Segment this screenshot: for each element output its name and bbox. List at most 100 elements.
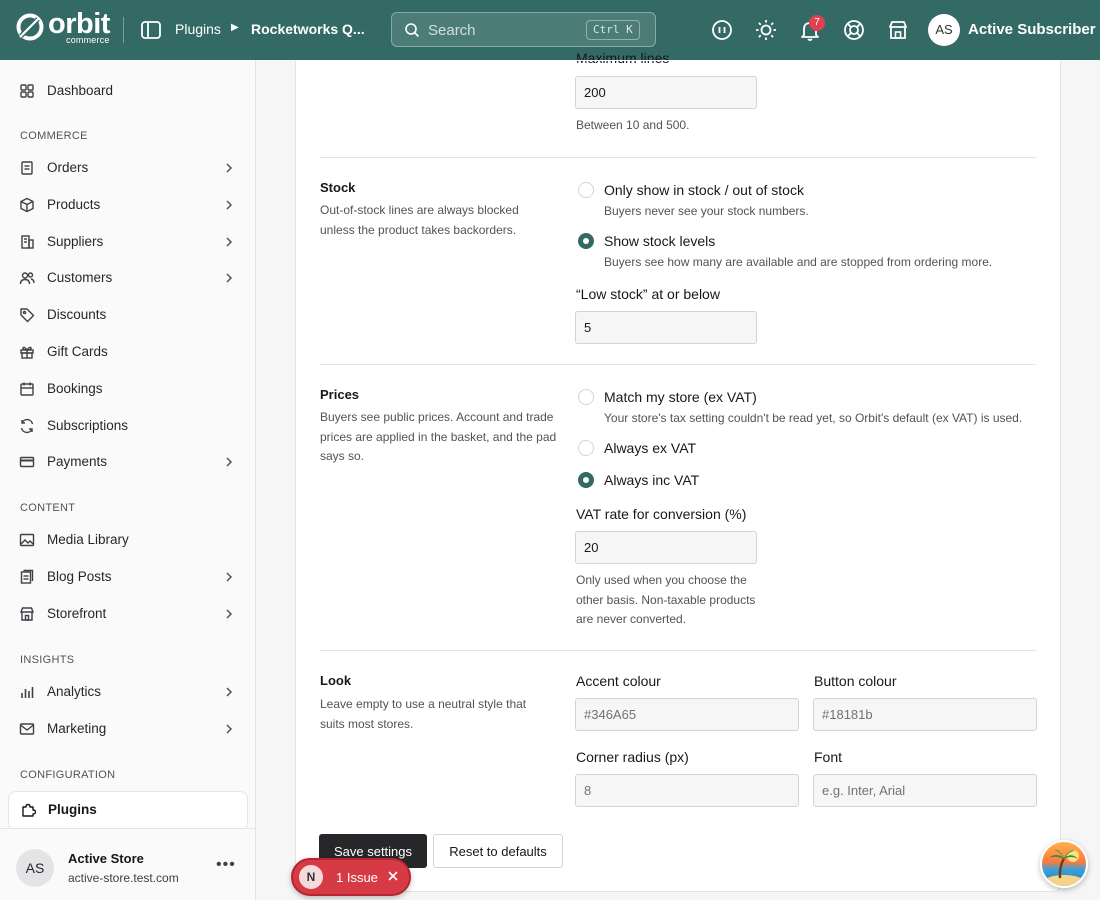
sidebar: Dashboard COMMERCE Orders Products Suppl… <box>0 60 256 900</box>
breadcrumb-plugins[interactable]: Plugins <box>175 21 221 37</box>
sidebar-item-storefront[interactable]: Storefront <box>8 599 248 629</box>
calendar-icon <box>20 382 34 396</box>
sidebar-item-payments[interactable]: Payments <box>8 447 248 477</box>
chevron-right-icon <box>226 457 233 467</box>
font-input[interactable] <box>813 774 1037 807</box>
sidebar-item-dashboard[interactable]: Dashboard <box>8 76 248 106</box>
breadcrumb-current: Rocketworks Q... <box>251 21 365 37</box>
chevron-right-icon <box>226 724 233 734</box>
sidebar-item-gift-cards[interactable]: Gift Cards <box>8 337 248 367</box>
sidebar-section-content: CONTENT <box>20 502 76 514</box>
sidebar-item-label: Subscriptions <box>47 418 129 433</box>
stock-option-in-out-label[interactable]: Only show in stock / out of stock <box>604 182 804 198</box>
vat-rate-input[interactable] <box>575 531 757 564</box>
users-icon <box>19 272 35 285</box>
search-shortcut-hint: Ctrl K <box>586 20 640 40</box>
dashboard-grid-icon <box>20 84 34 98</box>
sidebar-item-label: Orders <box>47 160 89 175</box>
sidebar-item-label: Discounts <box>47 307 107 322</box>
building-icon <box>21 235 34 249</box>
price-option-inc-vat-radio[interactable] <box>578 472 594 488</box>
tag-icon <box>20 308 35 323</box>
sidebar-item-products[interactable]: Products <box>8 190 248 220</box>
sidebar-item-label: Suppliers <box>47 234 104 249</box>
low-stock-input[interactable] <box>575 311 757 344</box>
mail-icon <box>19 723 35 735</box>
chat-icon[interactable] <box>711 19 733 41</box>
sidebar-item-blog-posts[interactable]: Blog Posts <box>8 562 248 592</box>
max-lines-input[interactable] <box>575 76 757 109</box>
reset-defaults-button[interactable]: Reset to defaults <box>433 834 563 868</box>
sidebar-item-label: Media Library <box>47 532 129 547</box>
sidebar-item-label: Blog Posts <box>47 569 112 584</box>
issues-indicator[interactable]: N 1 Issue <box>291 858 411 896</box>
sidebar-item-label: Storefront <box>47 606 107 621</box>
button-colour-input[interactable] <box>813 698 1037 731</box>
stock-option-in-out-radio[interactable] <box>578 182 594 198</box>
sidebar-item-plugins[interactable]: Plugins <box>8 791 248 831</box>
box-icon <box>20 197 34 213</box>
gift-icon <box>20 346 34 359</box>
price-option-ex-vat-label[interactable]: Always ex VAT <box>604 440 696 456</box>
image-icon <box>19 533 35 547</box>
sun-icon[interactable] <box>755 19 777 41</box>
store-switcher[interactable]: AS Active Store active-store.test.com ••… <box>0 828 255 900</box>
price-option-inc-vat-label[interactable]: Always inc VAT <box>604 472 699 488</box>
beach-palm-icon[interactable] <box>1040 840 1088 888</box>
vat-rate-label: VAT rate for conversion (%) <box>576 506 747 522</box>
store-url: active-store.test.com <box>68 871 179 885</box>
header-divider <box>123 17 124 43</box>
puzzle-icon <box>22 803 36 817</box>
user-avatar[interactable]: AS <box>928 14 960 46</box>
vat-rate-help: Only used when you choose the other basi… <box>576 573 756 626</box>
sidebar-item-subscriptions[interactable]: Subscriptions <box>8 411 248 441</box>
price-option-match-store-radio[interactable] <box>578 389 594 405</box>
corner-radius-input[interactable] <box>575 774 799 807</box>
corner-radius-label: Corner radius (px) <box>576 749 689 765</box>
close-icon[interactable] <box>387 870 399 882</box>
sidebar-toggle-icon[interactable] <box>140 20 162 40</box>
stock-option-levels-label[interactable]: Show stock levels <box>604 233 715 249</box>
store-name: Active Store <box>68 851 144 866</box>
global-search[interactable]: Ctrl K <box>391 12 656 47</box>
sidebar-section-commerce: COMMERCE <box>20 130 88 142</box>
max-lines-help: Between 10 and 500. <box>576 118 690 132</box>
font-label: Font <box>814 749 843 765</box>
search-icon <box>405 23 420 38</box>
credit-card-icon <box>19 456 35 468</box>
chevron-right-icon <box>226 609 233 619</box>
issue-count: 1 Issue <box>336 870 378 885</box>
sidebar-item-media-library[interactable]: Media Library <box>8 525 248 555</box>
prices-section-title: Prices <box>320 387 360 402</box>
sidebar-section-configuration: CONFIGURATION <box>20 769 116 781</box>
sidebar-item-bookings[interactable]: Bookings <box>8 374 248 404</box>
stock-option-in-out-help: Buyers never see your stock numbers. <box>604 204 809 218</box>
section-divider <box>320 650 1036 651</box>
price-option-match-store-label[interactable]: Match my store (ex VAT) <box>604 389 757 405</box>
store-more-menu-icon[interactable]: ••• <box>216 856 236 874</box>
low-stock-label: “Low stock” at or below <box>576 286 720 302</box>
stock-option-levels-radio[interactable] <box>578 233 594 249</box>
sidebar-item-label: Analytics <box>47 684 102 699</box>
sidebar-item-orders[interactable]: Orders <box>8 153 248 183</box>
sidebar-item-marketing[interactable]: Marketing <box>8 714 248 744</box>
chevron-right-icon <box>226 200 233 210</box>
sidebar-item-customers[interactable]: Customers <box>8 263 248 293</box>
orbit-logo[interactable]: orbit commerce <box>15 10 115 46</box>
store-icon[interactable] <box>887 19 909 41</box>
sidebar-item-suppliers[interactable]: Suppliers <box>8 227 248 257</box>
sidebar-item-analytics[interactable]: Analytics <box>8 677 248 707</box>
stock-section-title: Stock <box>320 180 356 195</box>
sidebar-item-discounts[interactable]: Discounts <box>8 300 248 330</box>
top-bar: orbit commerce Plugins ▶ Rocketworks Q..… <box>0 0 1100 60</box>
help-buoy-icon[interactable] <box>843 19 865 41</box>
chevron-right-icon <box>226 273 233 283</box>
user-name[interactable]: Active Subscriber <box>968 21 1096 38</box>
accent-colour-input[interactable] <box>575 698 799 731</box>
button-colour-label: Button colour <box>814 673 897 689</box>
search-input[interactable] <box>428 19 568 41</box>
logo-text: orbit commerce <box>48 10 110 45</box>
stock-option-levels-help: Buyers see how many are available and ar… <box>604 255 993 269</box>
price-option-ex-vat-radio[interactable] <box>578 440 594 456</box>
chevron-right-icon <box>226 237 233 247</box>
